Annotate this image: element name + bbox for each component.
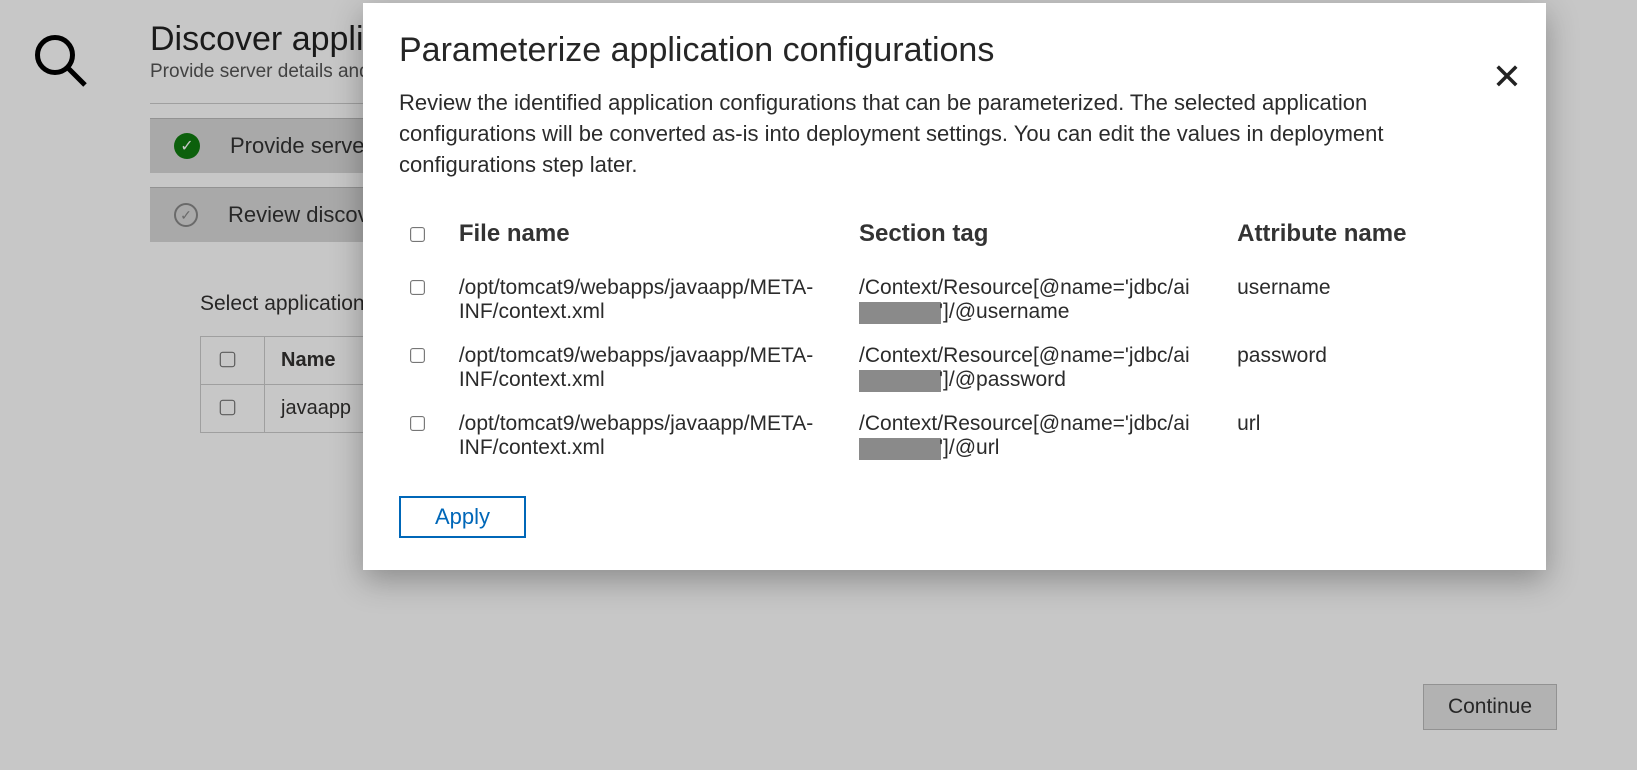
modal-description: Review the identified application config… <box>399 88 1469 180</box>
section-tag-suffix: ']/@url <box>939 436 999 459</box>
section-tag-cell: /Context/Resource[@name='jdbc/ai']/@pass… <box>851 334 1229 402</box>
config-row-checkbox[interactable] <box>410 280 425 295</box>
section-tag-header: Section tag <box>851 210 1229 266</box>
file-name-cell: /opt/tomcat9/webapps/javaapp/META-INF/co… <box>451 402 851 470</box>
section-tag-suffix: ']/@username <box>939 300 1069 323</box>
config-row: /opt/tomcat9/webapps/javaapp/META-INF/co… <box>399 266 1510 334</box>
select-all-configs-checkbox[interactable] <box>410 227 425 242</box>
redacted-segment <box>859 438 941 460</box>
close-icon[interactable]: ✕ <box>1492 59 1522 95</box>
file-name-cell: /opt/tomcat9/webapps/javaapp/META-INF/co… <box>451 266 851 334</box>
section-tag-prefix: /Context/Resource[@name='jdbc/ai <box>859 276 1190 299</box>
config-row-checkbox[interactable] <box>410 416 425 431</box>
attribute-name-cell: url <box>1229 402 1510 470</box>
parameterize-modal: ✕ Parameterize application configuration… <box>363 3 1546 570</box>
section-tag-cell: /Context/Resource[@name='jdbc/ai']/@user… <box>851 266 1229 334</box>
file-name-cell: /opt/tomcat9/webapps/javaapp/META-INF/co… <box>451 334 851 402</box>
modal-title: Parameterize application configurations <box>399 31 1510 70</box>
section-tag-suffix: ']/@password <box>939 368 1066 391</box>
redacted-segment <box>859 370 941 392</box>
section-tag-prefix: /Context/Resource[@name='jdbc/ai <box>859 412 1190 435</box>
configurations-table: File name Section tag Attribute name /op… <box>399 210 1510 470</box>
apply-button[interactable]: Apply <box>399 496 526 538</box>
attribute-name-header: Attribute name <box>1229 210 1510 266</box>
config-row-checkbox[interactable] <box>410 348 425 363</box>
attribute-name-cell: username <box>1229 266 1510 334</box>
section-tag-cell: /Context/Resource[@name='jdbc/ai']/@url <box>851 402 1229 470</box>
redacted-segment <box>859 302 941 324</box>
file-name-header: File name <box>451 210 851 266</box>
config-row: /opt/tomcat9/webapps/javaapp/META-INF/co… <box>399 334 1510 402</box>
config-row: /opt/tomcat9/webapps/javaapp/META-INF/co… <box>399 402 1510 470</box>
attribute-name-cell: password <box>1229 334 1510 402</box>
section-tag-prefix: /Context/Resource[@name='jdbc/ai <box>859 344 1190 367</box>
